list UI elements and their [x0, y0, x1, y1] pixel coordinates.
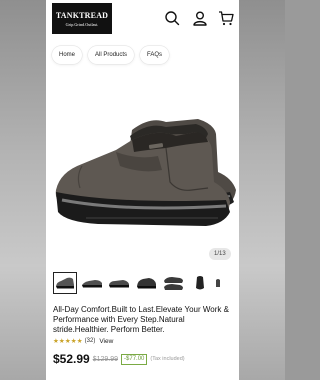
- search-icon[interactable]: [164, 10, 180, 26]
- thumbnail-strip: [53, 272, 221, 294]
- thumbnail-2[interactable]: [80, 272, 104, 294]
- thumbnail-shoe-icon: [137, 278, 156, 289]
- nav-all-products[interactable]: All Products: [88, 46, 135, 64]
- thumbnail-shoe-icon: [109, 280, 129, 288]
- nav-home[interactable]: Home: [52, 46, 83, 64]
- rating-stars: ★★★★★: [53, 338, 83, 345]
- thumbnail-6[interactable]: [188, 272, 212, 294]
- product-image-gallery[interactable]: [46, 72, 239, 262]
- thumbnail-shoe-icon: [164, 277, 183, 290]
- page-background-right: [239, 0, 285, 380]
- thumbnail-7[interactable]: [215, 272, 221, 294]
- sale-price: $52.99: [53, 352, 90, 366]
- thumbnail-4[interactable]: [134, 272, 158, 294]
- front-shoe: [55, 132, 231, 226]
- price-row: $52.99 $129.99 -$77.00 (Tax included): [53, 352, 185, 366]
- main-nav: Home All Products FAQs: [52, 46, 170, 64]
- brand-tagline: Grip.Grind.Outlast.: [65, 22, 99, 27]
- thumbnail-shoe-icon: [56, 277, 74, 289]
- product-image: [55, 119, 236, 226]
- brand-logo[interactable]: TANKTREAD Grip.Grind.Outlast.: [52, 3, 112, 34]
- thumbnail-1[interactable]: [53, 272, 77, 294]
- thumbnail-shoe-icon: [196, 276, 204, 290]
- savings-badge: -$77.00: [121, 353, 148, 365]
- thumbnail-shoe-icon: [216, 279, 220, 287]
- nav-faqs[interactable]: FAQs: [140, 46, 170, 64]
- thumbnail-3[interactable]: [107, 272, 131, 294]
- thumbnail-shoe-icon: [82, 280, 102, 288]
- compare-at-price: $129.99: [92, 355, 119, 363]
- tax-note: (Tax included): [150, 356, 185, 362]
- site-header: TANKTREAD Grip.Grind.Outlast.: [46, 0, 239, 40]
- view-reviews-link[interactable]: View: [99, 338, 113, 345]
- product-title: All-Day Comfort.Built to Last.Elevate Yo…: [53, 305, 229, 334]
- account-icon[interactable]: [192, 10, 208, 26]
- store-page: TANKTREAD Grip.Grind.Outlast. Home All P…: [46, 0, 239, 380]
- page-background-left: [0, 0, 46, 380]
- cart-icon[interactable]: [218, 10, 234, 26]
- gallery-counter: 1/13: [209, 248, 231, 260]
- rating-count: (32): [84, 338, 96, 344]
- brand-name: TANKTREAD: [55, 11, 109, 20]
- thumbnail-5[interactable]: [161, 272, 185, 294]
- product-rating: ★★★★★ (32) View: [53, 337, 113, 346]
